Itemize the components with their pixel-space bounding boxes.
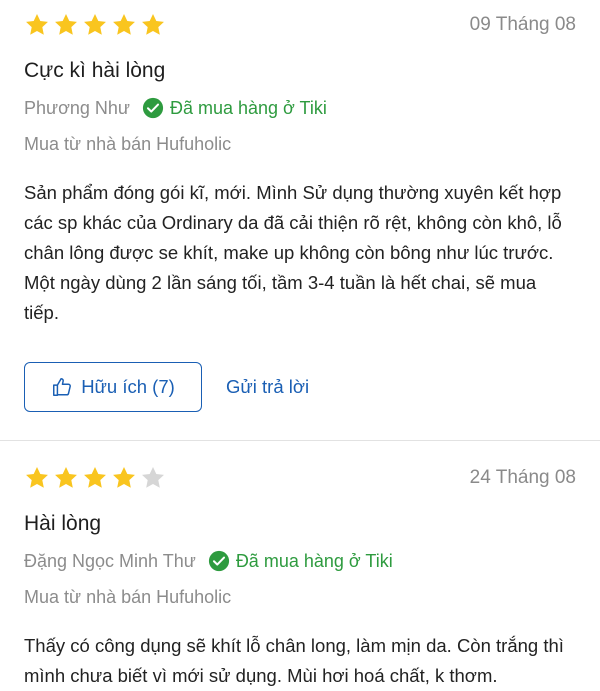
review-card: 24 Tháng 08 Hài lòng Đặng Ngọc Minh Thư … <box>0 441 600 691</box>
author-name: Đặng Ngọc Minh Thư <box>24 550 196 571</box>
seller-info: Mua từ nhà bán Hufuholic <box>24 587 232 607</box>
star-filled-icon <box>55 466 77 488</box>
review-header: 24 Tháng 08 <box>24 465 576 491</box>
star-filled-icon <box>113 466 135 488</box>
check-circle-icon <box>208 550 229 572</box>
review-content: Sản phẩm đóng gói kĩ, mới. Mình Sử dụng … <box>24 182 562 323</box>
reply-link[interactable]: Gửi trả lời <box>226 376 309 398</box>
review-title: Hài lòng <box>24 512 102 535</box>
verified-label: Đã mua hàng ở Tiki <box>169 97 327 118</box>
helpful-button[interactable]: Hữu ích (7) <box>24 362 202 412</box>
verified-label: Đã mua hàng ở Tiki <box>235 550 393 571</box>
star-filled-icon <box>142 13 164 35</box>
thumbs-up-icon <box>53 378 72 396</box>
review-card: 09 Tháng 08 Cực kì hài lòng Phương Như Đ… <box>0 12 600 440</box>
review-meta: Phương Như Đã mua hàng ở Tiki <box>24 94 576 122</box>
verified-badge: Đã mua hàng ở Tiki <box>208 550 393 572</box>
seller-info: Mua từ nhà bán Hufuholic <box>24 134 232 154</box>
star-filled-icon <box>55 13 77 35</box>
star-filled-icon <box>84 466 106 488</box>
star-empty-icon <box>142 466 164 488</box>
review-meta: Đặng Ngọc Minh Thư Đã mua hàng ở Tiki <box>24 547 576 575</box>
author-name: Phương Như <box>24 97 130 118</box>
review-date: 09 Tháng 08 <box>469 14 576 35</box>
star-rating <box>24 465 166 491</box>
review-actions: Hữu ích (7) Gửi trả lời <box>24 362 576 412</box>
check-circle-icon <box>142 97 164 119</box>
review-content: Thấy có công dụng sẽ khít lỗ chân long, … <box>24 635 564 686</box>
star-rating <box>24 12 166 38</box>
star-filled-icon <box>84 13 106 35</box>
helpful-label: Hữu ích (7) <box>81 376 175 397</box>
review-header: 09 Tháng 08 <box>24 12 576 38</box>
review-date: 24 Tháng 08 <box>469 467 576 488</box>
verified-badge: Đã mua hàng ở Tiki <box>142 97 327 119</box>
review-title: Cực kì hài lòng <box>24 59 166 82</box>
star-filled-icon <box>26 13 48 35</box>
star-filled-icon <box>113 13 135 35</box>
star-filled-icon <box>26 466 48 488</box>
